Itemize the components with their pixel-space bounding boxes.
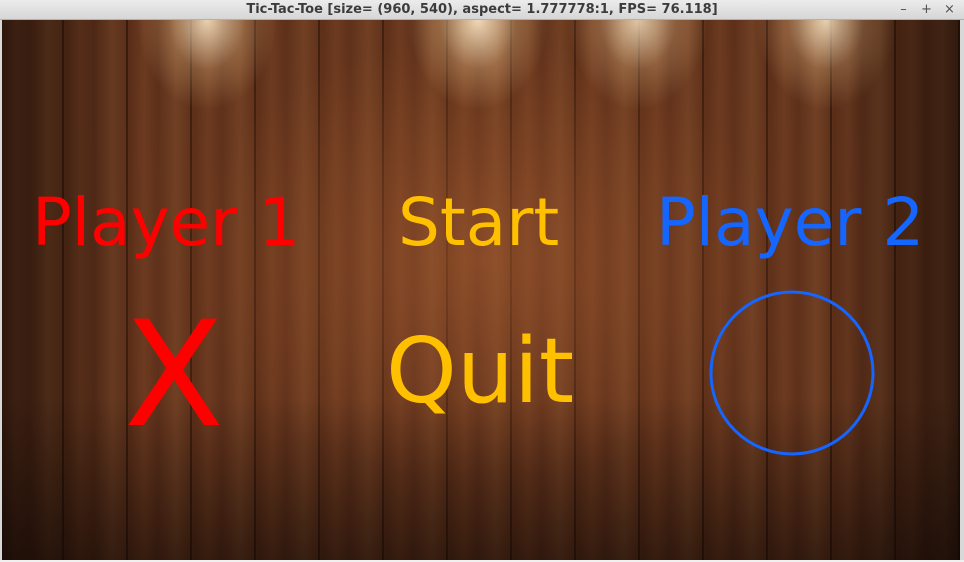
quit-button[interactable]: Quit: [386, 327, 574, 417]
player2-circle-symbol: [709, 290, 875, 456]
maximize-button[interactable]: +: [920, 0, 933, 20]
title-bar[interactable]: Tic-Tac-Toe [size= (960, 540), aspect= 1…: [0, 0, 964, 20]
window-title: Tic-Tac-Toe [size= (960, 540), aspect= 1…: [246, 2, 718, 17]
game-window: Tic-Tac-Toe [size= (960, 540), aspect= 1…: [0, 0, 964, 562]
minimize-button[interactable]: –: [897, 0, 910, 20]
player1-label: Player 1: [32, 184, 301, 261]
start-button[interactable]: Start: [398, 190, 559, 256]
close-button[interactable]: ×: [943, 0, 956, 20]
circle-shape: [709, 290, 875, 456]
window-border-right: [960, 20, 964, 560]
player1-x-symbol: X: [124, 290, 225, 460]
game-canvas[interactable]: Player 1 Start Player 2 X Quit: [2, 20, 960, 560]
player2-label: Player 2: [656, 184, 925, 261]
window-controls: – + ×: [897, 0, 956, 20]
